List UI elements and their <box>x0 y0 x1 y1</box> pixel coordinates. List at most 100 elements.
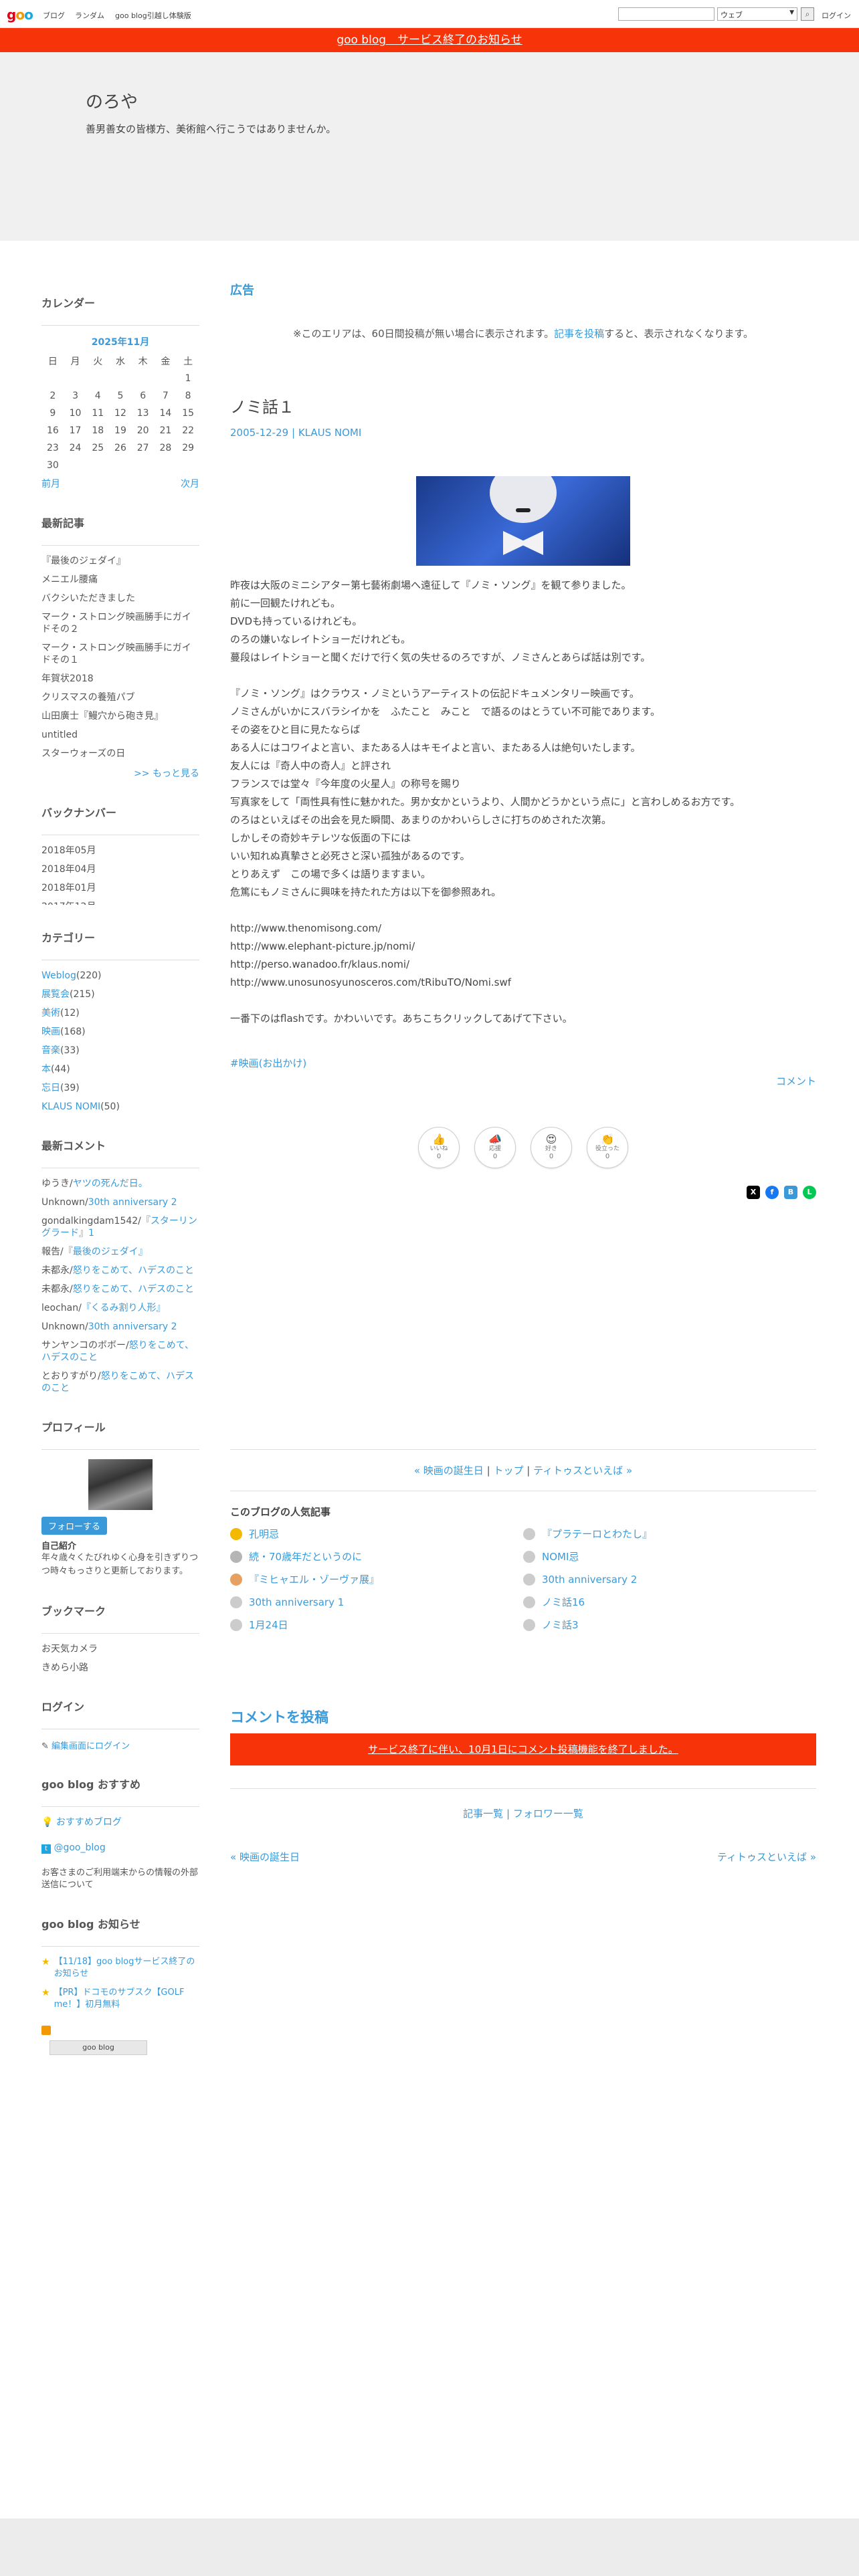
recent-post-link[interactable]: マーク・ストロング映画勝手にガイドその２ <box>41 611 199 635</box>
recent-post-link[interactable]: untitled <box>41 729 199 741</box>
external-transmission-link[interactable]: お客さまのご利用端末からの情報の外部送信について <box>41 1867 199 1891</box>
comment-post-link[interactable]: 怒りをこめて、ハデスのこと <box>73 1265 194 1276</box>
comment-post-link[interactable]: 怒りをこめて、ハデスのこと <box>73 1284 194 1295</box>
recent-post-link[interactable]: バクシいただきました <box>41 593 199 605</box>
calendar-day: 27 <box>136 443 149 453</box>
blog-title[interactable]: のろや <box>86 88 138 113</box>
comment-post-link[interactable]: ヤツの死んだ日。 <box>73 1178 148 1189</box>
backnumber-link[interactable]: 2018年04月 <box>41 863 199 875</box>
backnumber-list[interactable]: 2018年05月 2018年04月 2018年01月 2017年12月 <box>41 845 199 905</box>
nav-blog[interactable]: ブログ <box>43 10 65 21</box>
line-share-icon[interactable]: L <box>803 1186 816 1199</box>
popular-post: 30th anniversary 1 <box>230 1595 523 1609</box>
comment-post-link[interactable]: 『最後のジェダイ』 <box>64 1247 148 1257</box>
popular-post-link[interactable]: 1月24日 <box>249 1618 288 1632</box>
recent-post-link[interactable]: スターウォーズの日 <box>41 748 199 760</box>
popular-post-link[interactable]: NOMI忌 <box>542 1549 579 1564</box>
popular-post-link[interactable]: ノミ話16 <box>542 1595 585 1609</box>
search-input[interactable] <box>618 7 714 21</box>
twitter-link[interactable]: @goo_blog <box>54 1842 105 1853</box>
more-posts-link[interactable]: >> もっと見る <box>41 766 199 780</box>
reaction-button[interactable]: 👏 役立った 0 <box>587 1127 628 1168</box>
login-link[interactable]: ログイン <box>822 10 851 21</box>
category-count: (220) <box>76 970 102 981</box>
popular-post-link[interactable]: 『プラテーロとわたし』 <box>542 1527 652 1541</box>
hatena-share-icon[interactable]: B <box>784 1186 797 1199</box>
news-link[interactable]: 【11/18】goo blogサービス終了のお知らせ <box>54 1956 199 1980</box>
search-button[interactable]: ⌕ <box>801 7 814 21</box>
category-link[interactable]: 音楽 <box>41 1045 60 1056</box>
category-count: (33) <box>60 1045 80 1056</box>
post-title[interactable]: ノミ話１ <box>230 394 816 417</box>
bottom-next-link[interactable]: ティトゥスといえば » <box>717 1850 816 1864</box>
followers-link[interactable]: フォロワー一覧 <box>513 1808 583 1820</box>
reaction-count: 0 <box>605 1153 610 1160</box>
rss-icon[interactable] <box>41 2026 51 2035</box>
popular-post-link[interactable]: 30th anniversary 1 <box>249 1596 344 1608</box>
reaction-button[interactable]: 👍 いいね 0 <box>418 1127 460 1168</box>
post-line: のろの嫌いなレイトショーだけれども。 <box>230 633 411 645</box>
comment-post-link[interactable]: 30th anniversary 2 <box>88 1321 177 1332</box>
recommend-link[interactable]: おすすめブログ <box>56 1817 122 1828</box>
category-link[interactable]: 美術 <box>41 1008 60 1018</box>
recent-comment: Unknown/30th anniversary 2 <box>41 1321 199 1333</box>
category-link[interactable]: 展覧会 <box>41 989 70 1000</box>
bookmark-link[interactable]: お天気カメラ <box>41 1643 199 1655</box>
search-scope-select[interactable]: ウェブ ▼ <box>717 7 797 21</box>
recent-post-link[interactable]: 年賀状2018 <box>41 673 199 685</box>
category-link[interactable]: 本 <box>41 1064 51 1075</box>
recent-post-link[interactable]: 山田廣士『鰻穴から砲き見』 <box>41 710 199 722</box>
category-link[interactable]: Weblog <box>41 970 76 981</box>
popular-post-link[interactable]: 孔明忌 <box>249 1527 279 1541</box>
comment-post-link[interactable]: 30th anniversary 2 <box>88 1197 177 1208</box>
image-face <box>490 476 557 523</box>
category-link[interactable]: 忘日 <box>41 1083 60 1093</box>
post-date[interactable]: 2005-12-29 <box>230 427 288 439</box>
popular-post-link[interactable]: 『ミヒャエル・ゾーヴァ展』 <box>249 1572 379 1586</box>
nav-migration[interactable]: goo blog引越し体験版 <box>115 10 191 21</box>
recent-post-link[interactable]: メニエル腰痛 <box>41 574 199 586</box>
post-list-link[interactable]: 記事一覧 <box>463 1808 503 1820</box>
popular-post-link[interactable]: 30th anniversary 2 <box>542 1574 637 1586</box>
reaction-button[interactable]: 📣 応援 0 <box>474 1127 516 1168</box>
category-link[interactable]: KLAUS NOMI <box>41 1101 100 1112</box>
next-post-link[interactable]: ティトゥスといえば » <box>533 1465 632 1477</box>
category-link[interactable]: 映画 <box>41 1027 60 1037</box>
comment-closed-link[interactable]: サービス終了に伴い、10月1日にコメント投稿機能を終了しました。 <box>368 1743 678 1755</box>
bookmark-link[interactable]: きめら小路 <box>41 1662 199 1674</box>
popular-post: ノミ話16 <box>523 1595 816 1609</box>
backnumber-link[interactable]: 2017年12月 <box>41 901 199 905</box>
profile-section: プロフィール フォローする 自己紹介 年々歳々くたびれゆく心身を引きずりつつ時々… <box>41 1418 199 1578</box>
reaction-button[interactable]: 😍 好き 0 <box>531 1127 572 1168</box>
post-image[interactable] <box>416 476 630 566</box>
post-category[interactable]: KLAUS NOMI <box>298 427 361 439</box>
backnumber-link[interactable]: 2018年01月 <box>41 882 199 894</box>
goo-blog-badge[interactable]: goo blog <box>50 2040 147 2055</box>
calendar-month[interactable]: 2025年11月 <box>41 335 199 348</box>
top-link[interactable]: トップ <box>493 1465 523 1477</box>
comment-post-link[interactable]: 『くるみ割り人形』 <box>82 1303 166 1313</box>
calendar-prev[interactable]: 前月 <box>41 477 60 490</box>
prev-post-link[interactable]: « 映画の誕生日 <box>414 1465 484 1477</box>
edit-login-link[interactable]: 編集画面にログイン <box>52 1741 130 1751</box>
comment-link[interactable]: コメント <box>230 1074 816 1088</box>
popular-post-link[interactable]: ノミ話3 <box>542 1618 579 1632</box>
rank-icon <box>523 1527 535 1540</box>
post-tag[interactable]: #映画(お出かけ) <box>230 1056 816 1070</box>
recent-post-link[interactable]: クリスマスの養殖パブ <box>41 691 199 704</box>
calendar-next[interactable]: 次月 <box>181 477 199 490</box>
x-share-icon[interactable]: X <box>747 1186 760 1199</box>
goo-logo[interactable]: goo <box>7 7 33 23</box>
recent-post-link[interactable]: 『最後のジェダイ』 <box>41 555 199 567</box>
nav-random[interactable]: ランダム <box>75 10 104 21</box>
service-end-link[interactable]: goo blog サービス終了のお知らせ <box>337 33 522 47</box>
backnumber-link[interactable]: 2018年05月 <box>41 845 199 857</box>
search-scope-value: ウェブ <box>721 11 743 19</box>
recent-post-link[interactable]: マーク・ストロング映画勝手にガイドその１ <box>41 642 199 666</box>
follow-button[interactable]: フォローする <box>41 1517 108 1535</box>
facebook-share-icon[interactable]: f <box>765 1186 779 1199</box>
bottom-prev-link[interactable]: « 映画の誕生日 <box>230 1850 300 1864</box>
popular-post-link[interactable]: 続・70歳年だというのに <box>249 1549 362 1564</box>
post-article-link[interactable]: 記事を投稿 <box>554 328 604 340</box>
news-link[interactable]: 【PR】ドコモのサブスク【GOLF me！】初月無料 <box>54 1987 199 2011</box>
